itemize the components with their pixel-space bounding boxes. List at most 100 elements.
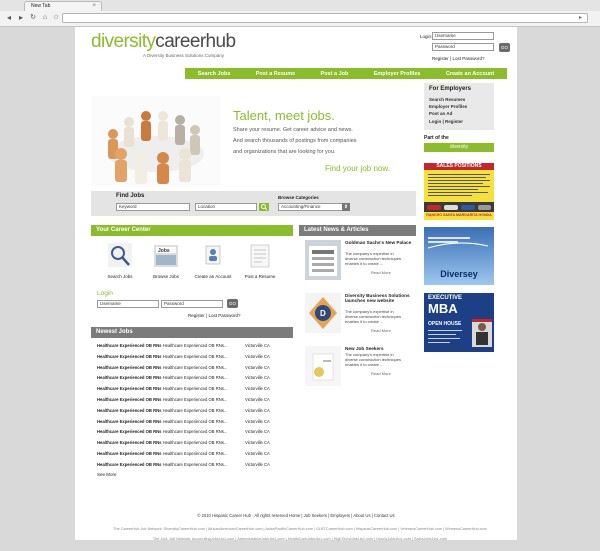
job-row[interactable]: Healthcare Experienced OB RNs Healthcare… [97,365,287,370]
news-item[interactable]: D Diversity Business Solutions launches … [305,293,415,335]
news-body: The company's expertise in diverse const… [345,251,402,266]
header-username-input[interactable]: Username [432,32,494,40]
job-title[interactable]: Healthcare Experienced OB RNs [97,419,161,424]
see-more-link[interactable]: See More [97,472,117,477]
nav-post-job[interactable]: Post a Job [321,71,349,77]
nav-search-jobs[interactable]: Search Jobs [198,71,231,77]
search-jobs-label[interactable]: Search Jobs [100,274,140,279]
tagline: A Diversity Business Solutions Company [143,53,225,58]
job-row[interactable]: Healthcare Experienced OB RNs Healthcare… [97,343,287,348]
newest-jobs-header: Newest Jobs [91,327,293,338]
job-row[interactable]: Healthcare Experienced OB RNs Healthcare… [97,354,287,359]
news-image-dbs-logo: D [305,293,341,333]
job-title[interactable]: Healthcare Experienced OB RNs [97,451,161,456]
find-jobs-panel: Find Jobs Keyword Location Browse Catego… [91,191,416,216]
post-resume-label[interactable]: Post a Resume [240,274,280,279]
onetoone-network-links[interactable]: The 1to1 Job Network: AccountingJobs1to1… [0,537,600,541]
create-account-label[interactable]: Create an Account [193,274,233,279]
career-username-input[interactable]: Username [97,300,159,308]
lost-password-link[interactable]: Lost Password? [452,56,484,61]
network-badge[interactable]: diversity [424,143,494,152]
hero-line-1: Share your resume. Get career advice and… [233,127,353,133]
category-select[interactable]: Accounting/Finance [278,203,350,211]
site-logo[interactable]: diversitycareerhub [91,31,236,53]
job-row[interactable]: Healthcare Experienced OB RNs Healthcare… [97,419,287,424]
job-row[interactable]: Healthcare Experienced OB RNs Healthcare… [97,408,287,413]
header-go-button[interactable]: GO [499,43,510,52]
employer-login-register-link[interactable]: Login | Register [429,119,463,124]
job-location: Victorville CA [245,440,270,446]
back-icon[interactable]: ◂ [5,14,13,22]
nav-post-resume[interactable]: Post a Resume [256,71,295,77]
career-go-button[interactable]: GO [227,299,238,308]
news-body: The company's expertise in diverse const… [345,309,402,324]
job-title[interactable]: Healthcare Experienced OB RNs [97,462,161,467]
reload-icon[interactable]: ↻ [29,14,37,22]
employer-profiles-link[interactable]: Employer Profiles [429,104,467,109]
job-row[interactable]: Healthcare Experienced OB RNs Healthcare… [97,462,287,467]
job-row[interactable]: Healthcare Experienced OB RNs Healthcare… [97,451,287,456]
address-bar[interactable]: ▸ [62,13,588,23]
find-jobs-title: Find Jobs [116,193,145,199]
post-resume-icon[interactable] [247,241,273,269]
ad-sales-positions[interactable]: SALES POSITIONS RANCHO SANTA MARGARITA H… [424,163,494,220]
ad-mba-line3: OPEN HOUSE [428,321,462,327]
careerhub-network-links[interactable]: The CareerHub Job Network: DiversityCare… [0,527,600,531]
career-register-link[interactable]: Register [188,313,205,318]
register-link[interactable]: Register [432,56,449,61]
create-account-icon[interactable] [200,241,226,269]
news-item[interactable]: Goldman Sachs's New Palace The company's… [305,240,415,282]
career-password-input[interactable]: Password [161,300,223,308]
job-title[interactable]: Healthcare Experienced OB RNs [97,386,161,391]
forward-icon[interactable]: ▸ [17,14,25,22]
search-resumes-link[interactable]: Search Resumes [429,97,465,102]
main-nav: Search Jobs Post a Resume Post a Job Emp… [185,68,507,79]
header-password-input[interactable]: Password [432,43,494,51]
keyword-input[interactable]: Keyword [116,203,190,211]
job-row[interactable]: Healthcare Experienced OB RNs Healthcare… [97,429,287,434]
job-title[interactable]: Healthcare Experienced OB RNs [97,343,161,348]
find-job-cta[interactable]: Find your job now. [325,164,390,173]
nav-employer-profiles[interactable]: Employer Profiles [374,71,421,77]
news-title[interactable]: Diversity Business Solutions launches ne… [345,293,415,303]
search-jobs-icon[interactable] [107,241,133,269]
nav-create-account[interactable]: Create an Account [446,71,494,77]
location-input[interactable]: Location [195,203,257,211]
news-title[interactable]: New Job Seekers [345,346,415,351]
job-title[interactable]: Healthcare Experienced OB RNs [97,440,161,445]
ad-executive-mba[interactable]: EXECUTIVE MBA OPEN HOUSE [424,293,494,352]
news-title[interactable]: Goldman Sachs's New Palace [345,240,415,245]
job-title[interactable]: Healthcare Experienced OB RNs [97,397,161,402]
browser-tab[interactable]: New Tab × [24,1,102,11]
job-snippet: Healthcare Experienced OB RNs... [162,343,228,348]
job-title[interactable]: Healthcare Experienced OB RNs [97,408,161,413]
career-lost-password-link[interactable]: Lost Password? [208,313,240,318]
search-button[interactable] [259,203,269,211]
bookmark-star-icon[interactable]: ☆ [52,14,60,22]
close-tab-icon[interactable]: × [92,2,96,11]
footer-links[interactable]: © 2010 Hispanic Career Hub - All rights … [75,513,517,518]
job-snippet: Healthcare Experienced OB RNs... [162,407,228,413]
job-row[interactable]: Healthcare Experienced OB RNs Healthcare… [97,375,287,380]
browse-jobs-icon[interactable]: Jobs [153,241,179,269]
ad-diversey[interactable]: Diversey [424,227,494,285]
news-item[interactable]: New Job Seekers The company's expertise … [305,346,415,388]
read-more-link[interactable]: Read More [371,371,433,377]
paper-people-image [91,96,221,186]
job-row[interactable]: Healthcare Experienced OB RNs Healthcare… [97,397,287,402]
post-ad-link[interactable]: Post an Ad [429,111,452,116]
go-arrow-icon[interactable]: ▸ [579,15,585,21]
job-title[interactable]: Healthcare Experienced OB RNs [97,354,161,359]
select-arrows-icon[interactable]: ⬍ [342,203,350,211]
browse-jobs-label[interactable]: Browse Jobs [146,274,186,279]
job-row[interactable]: Healthcare Experienced OB RNs Healthcare… [97,386,287,391]
job-title[interactable]: Healthcare Experienced OB RNs [97,375,161,380]
svg-text:Jobs: Jobs [158,248,170,254]
career-center-header: Your Career Center [91,225,293,236]
hero-banner: Talent, meet jobs. Share your resume. Ge… [91,96,416,186]
home-icon[interactable]: ⌂ [41,14,49,22]
job-row[interactable]: Healthcare Experienced OB RNs Healthcare… [97,440,287,445]
job-location: Victorville CA [245,397,270,402]
job-title[interactable]: Healthcare Experienced OB RNs [97,365,161,370]
job-title[interactable]: Healthcare Experienced OB RNs [97,429,161,434]
